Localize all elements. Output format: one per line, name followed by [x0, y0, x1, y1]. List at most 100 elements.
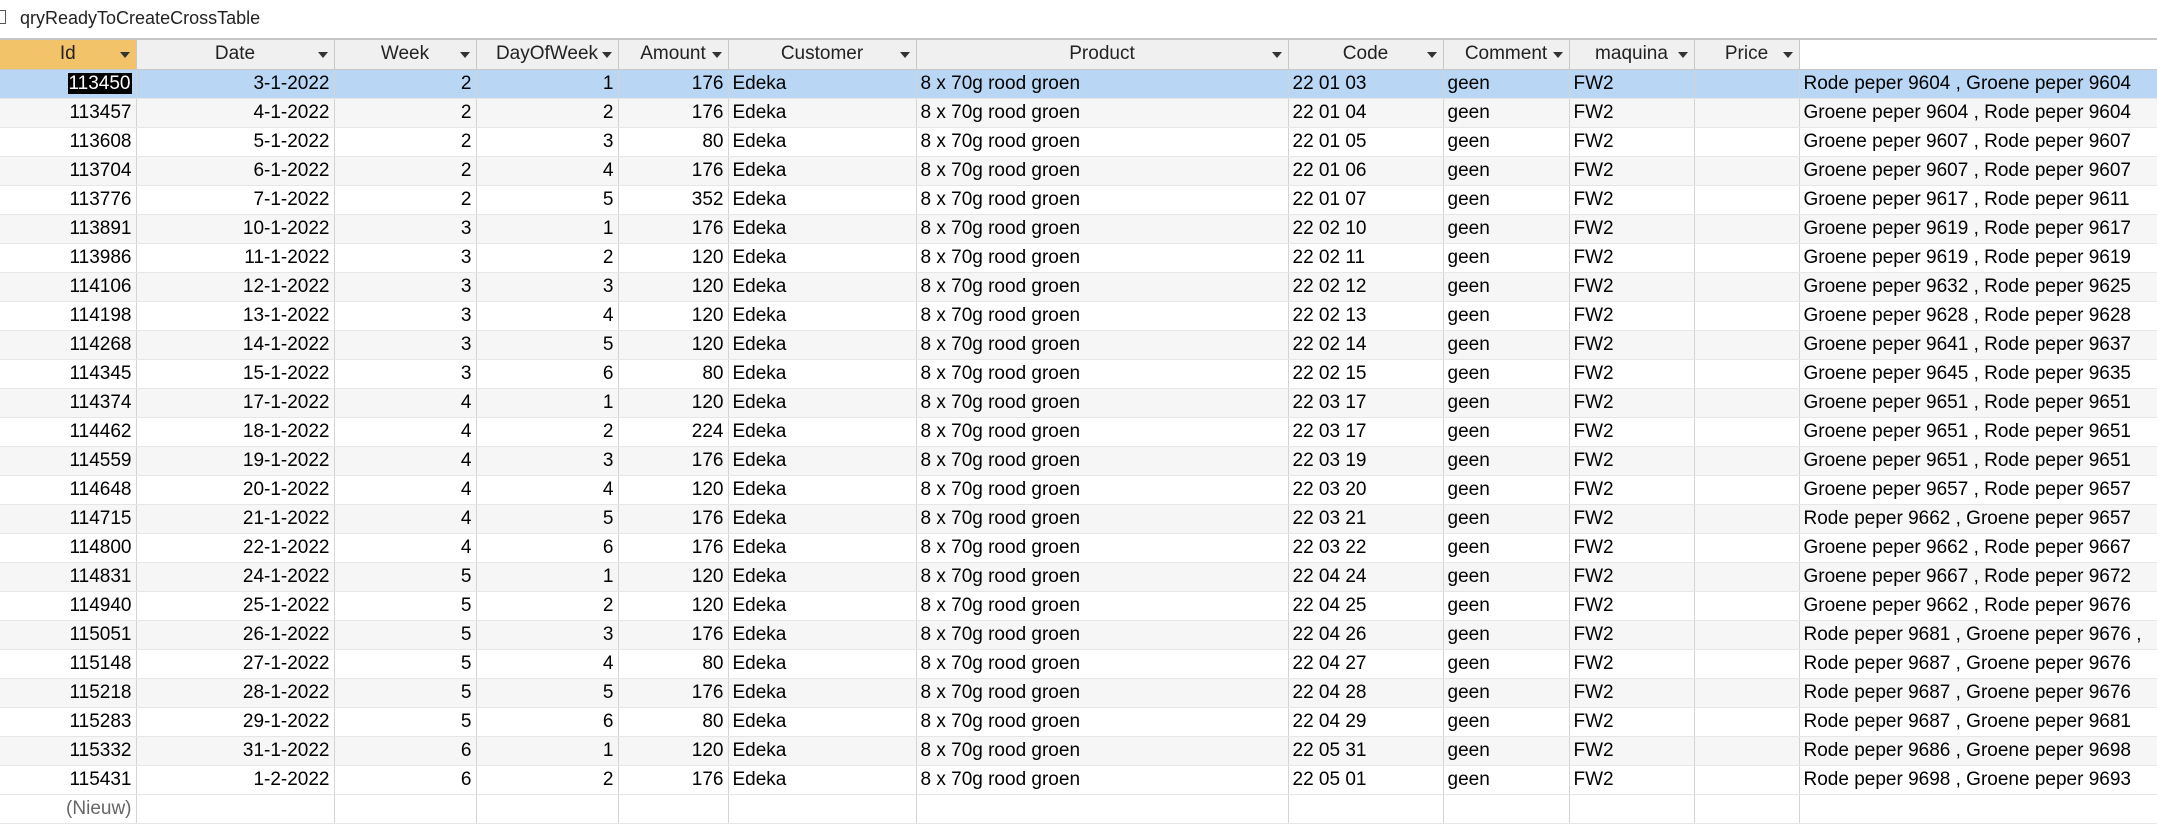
cell-week[interactable]: 5: [334, 562, 477, 592]
cell-code[interactable]: 22 04 26: [1288, 620, 1444, 650]
cell-product[interactable]: 8 x 70g rood groen: [916, 765, 1289, 795]
cell-date[interactable]: 20-1-2022: [136, 475, 335, 505]
cell-code[interactable]: 22 02 12: [1288, 272, 1444, 302]
dropdown-arrow-icon[interactable]: [317, 52, 328, 58]
cell-dayofweek[interactable]: 1: [476, 69, 619, 99]
cell-maquina[interactable]: FW2: [1569, 475, 1695, 505]
cell-extra[interactable]: Rode peper 9686 , Groene peper 9698: [1799, 736, 2157, 766]
cell-price[interactable]: [1694, 243, 1800, 273]
cell-customer[interactable]: Edeka: [728, 98, 917, 128]
cell-code[interactable]: 22 01 05: [1288, 127, 1444, 157]
column-header-comment[interactable]: Comment: [1443, 40, 1570, 70]
cell-price[interactable]: [1694, 591, 1800, 621]
table-row[interactable]: 113776 7-1-2022 2 5 352 Edeka 8 x 70g rood gro…: [0, 185, 2157, 215]
cell-amount[interactable]: 352: [618, 185, 729, 215]
cell-maquina[interactable]: FW2: [1569, 649, 1695, 679]
cell-comment[interactable]: geen: [1443, 620, 1570, 650]
cell-week[interactable]: 4: [334, 475, 477, 505]
table-row[interactable]: 114268 14-1-2022 3 5 120 Edeka 8 x 70g rood gr…: [0, 330, 2157, 360]
cell-amount[interactable]: 120: [618, 243, 729, 273]
cell-customer[interactable]: Edeka: [728, 388, 917, 418]
cell-product[interactable]: 8 x 70g rood groen: [916, 475, 1289, 505]
cell-comment[interactable]: geen: [1443, 388, 1570, 418]
cell-dayofweek[interactable]: 4: [476, 649, 619, 679]
cell-week[interactable]: 5: [334, 620, 477, 650]
cell-week[interactable]: 2: [334, 98, 477, 128]
cell-code[interactable]: 22 04 27: [1288, 649, 1444, 679]
cell-comment[interactable]: geen: [1443, 243, 1570, 273]
column-header-week[interactable]: Week: [334, 40, 477, 70]
cell-amount[interactable]: 80: [618, 127, 729, 157]
cell-date[interactable]: 31-1-2022: [136, 736, 335, 766]
cell-code[interactable]: 22 02 11: [1288, 243, 1444, 273]
cell-maquina[interactable]: FW2: [1569, 359, 1695, 389]
new-record-cell[interactable]: [136, 794, 335, 824]
cell-week[interactable]: 3: [334, 330, 477, 360]
cell-price[interactable]: [1694, 214, 1800, 244]
cell-customer[interactable]: Edeka: [728, 533, 917, 563]
new-record-cell[interactable]: (Nieuw): [0, 794, 137, 824]
cell-amount[interactable]: 120: [618, 562, 729, 592]
cell-maquina[interactable]: FW2: [1569, 330, 1695, 360]
cell-customer[interactable]: Edeka: [728, 185, 917, 215]
cell-product[interactable]: 8 x 70g rood groen: [916, 388, 1289, 418]
cell-price[interactable]: [1694, 765, 1800, 795]
cell-product[interactable]: 8 x 70g rood groen: [916, 591, 1289, 621]
column-header-id[interactable]: Id: [0, 40, 137, 70]
table-row[interactable]: 115051 26-1-2022 5 3 176 Edeka 8 x 70g rood gr…: [0, 620, 2157, 650]
cell-id[interactable]: 115431: [0, 765, 137, 795]
column-header-customer[interactable]: Customer: [728, 40, 917, 70]
cell-week[interactable]: 2: [334, 185, 477, 215]
cell-code[interactable]: 22 05 01: [1288, 765, 1444, 795]
table-row[interactable]: 113986 11-1-2022 3 2 120 Edeka 8 x 70g rood gr…: [0, 243, 2157, 273]
cell-comment[interactable]: geen: [1443, 185, 1570, 215]
cell-product[interactable]: 8 x 70g rood groen: [916, 504, 1289, 534]
cell-product[interactable]: 8 x 70g rood groen: [916, 272, 1289, 302]
cell-comment[interactable]: geen: [1443, 272, 1570, 302]
cell-date[interactable]: 24-1-2022: [136, 562, 335, 592]
cell-customer[interactable]: Edeka: [728, 707, 917, 737]
cell-customer[interactable]: Edeka: [728, 330, 917, 360]
cell-date[interactable]: 19-1-2022: [136, 446, 335, 476]
cell-id[interactable]: 114715: [0, 504, 137, 534]
table-row[interactable]: 115431 1-2-2022 6 2 176 Edeka 8 x 70g rood gro…: [0, 765, 2157, 795]
cell-maquina[interactable]: FW2: [1569, 446, 1695, 476]
cell-dayofweek[interactable]: 6: [476, 707, 619, 737]
column-header-product[interactable]: Product: [916, 40, 1289, 70]
table-row[interactable]: 113450 3-1-2022 2 1 176 Edeka 8 x 70g rood gro…: [0, 69, 2157, 99]
cell-comment[interactable]: geen: [1443, 562, 1570, 592]
cell-extra[interactable]: Groene peper 9619 , Rode peper 9619: [1799, 243, 2157, 273]
cell-extra[interactable]: Groene peper 9607 , Rode peper 9607: [1799, 156, 2157, 186]
dropdown-arrow-icon[interactable]: [1552, 52, 1563, 58]
cell-code[interactable]: 22 02 13: [1288, 301, 1444, 331]
cell-amount[interactable]: 224: [618, 417, 729, 447]
cell-product[interactable]: 8 x 70g rood groen: [916, 707, 1289, 737]
cell-date[interactable]: 25-1-2022: [136, 591, 335, 621]
cell-dayofweek[interactable]: 5: [476, 678, 619, 708]
cell-amount[interactable]: 120: [618, 591, 729, 621]
cell-price[interactable]: [1694, 620, 1800, 650]
cell-comment[interactable]: geen: [1443, 359, 1570, 389]
cell-customer[interactable]: Edeka: [728, 591, 917, 621]
cell-maquina[interactable]: FW2: [1569, 736, 1695, 766]
cell-week[interactable]: 4: [334, 388, 477, 418]
cell-amount[interactable]: 176: [618, 446, 729, 476]
table-row[interactable]: 114800 22-1-2022 4 6 176 Edeka 8 x 70g rood gr…: [0, 533, 2157, 563]
cell-customer[interactable]: Edeka: [728, 446, 917, 476]
cell-product[interactable]: 8 x 70g rood groen: [916, 678, 1289, 708]
cell-price[interactable]: [1694, 533, 1800, 563]
cell-week[interactable]: 4: [334, 446, 477, 476]
cell-dayofweek[interactable]: 4: [476, 156, 619, 186]
table-row[interactable]: 115148 27-1-2022 5 4 80 Edeka 8 x 70g rood gro…: [0, 649, 2157, 679]
cell-product[interactable]: 8 x 70g rood groen: [916, 69, 1289, 99]
cell-extra[interactable]: Groene peper 9645 , Rode peper 9635: [1799, 359, 2157, 389]
table-row[interactable]: 114940 25-1-2022 5 2 120 Edeka 8 x 70g rood gr…: [0, 591, 2157, 621]
cell-week[interactable]: 5: [334, 649, 477, 679]
cell-amount[interactable]: 176: [618, 678, 729, 708]
table-row[interactable]: 114831 24-1-2022 5 1 120 Edeka 8 x 70g rood gr…: [0, 562, 2157, 592]
dropdown-arrow-icon[interactable]: [119, 52, 130, 58]
new-record-cell[interactable]: [916, 794, 1289, 824]
cell-customer[interactable]: Edeka: [728, 214, 917, 244]
cell-price[interactable]: [1694, 649, 1800, 679]
cell-comment[interactable]: geen: [1443, 446, 1570, 476]
